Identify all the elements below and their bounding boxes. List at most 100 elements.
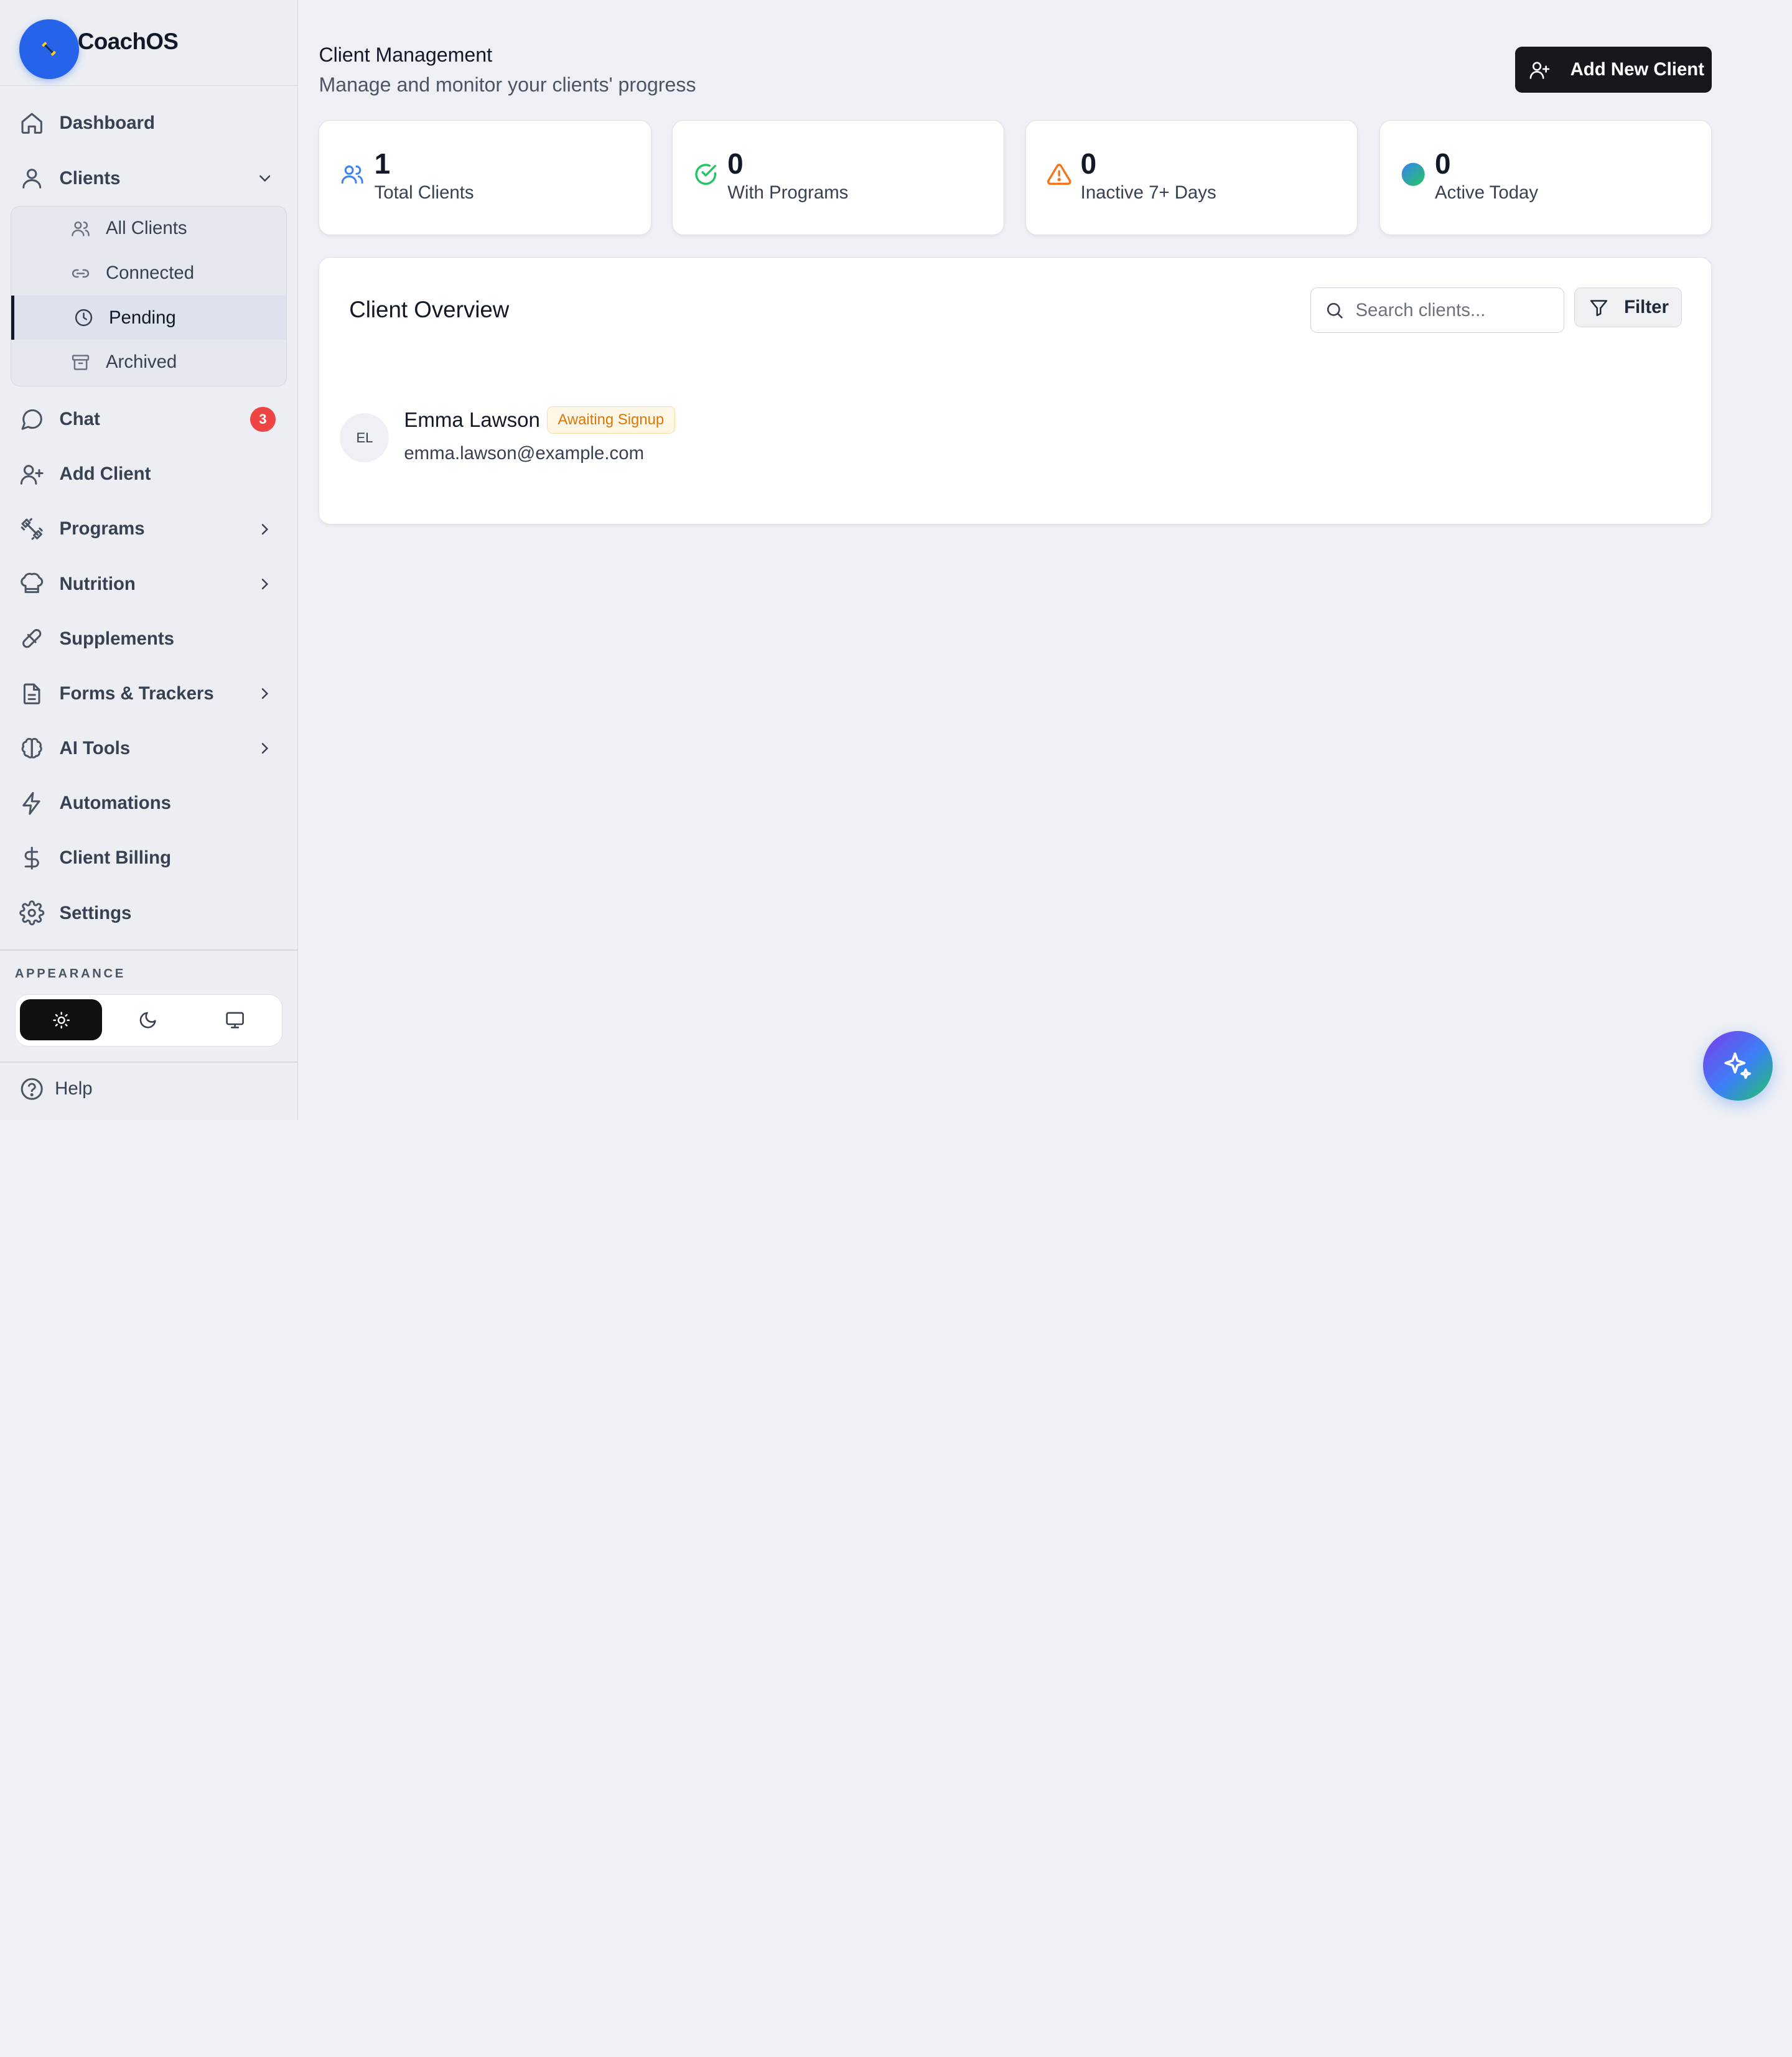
chevron-right-icon (262, 523, 269, 534)
nav-supplements[interactable]: Supplements (0, 616, 297, 661)
sun-icon (52, 1011, 70, 1028)
stat-card-total-clients: 1 Total Clients (319, 119, 651, 236)
clients-submenu: All Clients Connected Pending Archived (10, 205, 287, 386)
sidebar-item-label: Pending (108, 307, 176, 328)
nav-label: Dashboard (59, 113, 155, 134)
stat-card-with-programs: 0 With Programs (671, 119, 1005, 236)
theme-toggle (14, 994, 282, 1047)
nav-label: Programs (59, 518, 145, 539)
stat-value: 0 (727, 147, 744, 180)
sidebar-item-all-clients[interactable]: All Clients (11, 207, 286, 251)
lightning-icon (19, 791, 44, 816)
nav-clients[interactable]: Clients (0, 156, 297, 201)
sidebar-item-pending[interactable]: Pending (11, 295, 286, 340)
chevron-right-icon (262, 743, 269, 754)
chevron-down-icon (259, 175, 271, 182)
sidebar-item-label: Connected (105, 263, 195, 284)
archive-icon (72, 355, 90, 370)
warning-icon (1047, 164, 1071, 185)
user-plus-icon (1529, 59, 1551, 81)
stat-value: 1 (374, 147, 391, 180)
page-title: Client Management (319, 43, 493, 66)
search-box (1310, 287, 1564, 334)
dumbbell-icon (42, 42, 57, 57)
nav-label: Settings (59, 902, 132, 923)
users-icon (342, 166, 364, 184)
stat-card-inactive: 0 Inactive 7+ Days (1025, 119, 1358, 236)
help-circle-icon (19, 1076, 44, 1101)
nav-nutrition[interactable]: Nutrition (0, 561, 297, 607)
sidebar: CoachOS Dashboard Clients All Clients Co… (0, 0, 299, 1120)
nav-dashboard[interactable]: Dashboard (0, 101, 297, 146)
search-input[interactable] (1355, 299, 1550, 321)
search-icon (1327, 303, 1343, 319)
nav-label: Automations (59, 793, 172, 814)
help-link[interactable]: Help (19, 1076, 93, 1101)
brain-icon (19, 736, 44, 761)
chat-icon (19, 407, 44, 432)
gear-icon (19, 900, 45, 926)
app-root: CoachOS Dashboard Clients All Clients Co… (0, 0, 1792, 1120)
nav-label: Supplements (59, 628, 174, 649)
page-subtitle: Manage and monitor your clients' progres… (319, 73, 696, 96)
client-overview-title: Client Overview (349, 296, 510, 322)
chevron-right-icon (262, 578, 269, 590)
nav-automations[interactable]: Automations (0, 780, 297, 826)
user-icon (19, 166, 44, 190)
stat-value: 0 (1080, 147, 1097, 180)
nav-client-billing[interactable]: Client Billing (0, 836, 297, 881)
nav-ai-tools[interactable]: AI Tools (0, 725, 297, 771)
dumbbell-icon (19, 516, 44, 541)
sparkles-icon (1724, 1052, 1751, 1079)
theme-light-button[interactable] (20, 999, 103, 1041)
nav-label: Clients (59, 167, 121, 189)
appearance-label: APPEARANCE (14, 966, 126, 981)
monitor-icon (226, 1012, 244, 1028)
home-icon (19, 111, 44, 136)
client-name: Emma Lawson (404, 408, 540, 432)
nav-settings[interactable]: Settings (0, 890, 297, 936)
nav-add-client[interactable]: Add Client (0, 451, 297, 497)
brand-header: CoachOS (0, 0, 298, 86)
link-icon (72, 269, 90, 278)
nav-programs[interactable]: Programs (0, 506, 297, 552)
client-overview-panel: Client Overview Filter EL Emma Lawson Aw… (319, 257, 1712, 525)
sidebar-divider (0, 1061, 297, 1063)
document-icon (19, 681, 44, 706)
users-icon (72, 221, 90, 236)
sidebar-item-label: Archived (105, 352, 177, 373)
dollar-icon (19, 846, 44, 870)
filter-button[interactable]: Filter (1574, 287, 1682, 328)
nav-forms-trackers[interactable]: Forms & Trackers (0, 671, 297, 716)
stat-label: With Programs (727, 182, 849, 203)
sidebar-divider (0, 949, 297, 951)
logo[interactable] (19, 19, 79, 79)
sidebar-item-label: All Clients (105, 218, 187, 239)
client-row[interactable]: EL Emma Lawson Awaiting Signup emma.laws… (340, 404, 1688, 477)
chat-unread-badge: 3 (250, 406, 276, 432)
moon-icon (139, 1012, 156, 1028)
filter-icon (1589, 297, 1609, 318)
add-new-client-label: Add New Client (1570, 59, 1705, 80)
avatar: EL (340, 413, 390, 462)
add-new-client-button[interactable]: Add New Client (1515, 47, 1712, 93)
stat-label: Total Clients (374, 182, 474, 203)
sidebar-item-connected[interactable]: Connected (11, 251, 286, 296)
clock-icon (75, 309, 93, 327)
help-label: Help (55, 1078, 93, 1099)
nav-chat[interactable]: Chat 3 (0, 396, 297, 442)
theme-system-button[interactable] (194, 999, 276, 1040)
client-email: emma.lawson@example.com (404, 442, 645, 464)
filter-label: Filter (1624, 297, 1669, 318)
status-dot-icon (1401, 162, 1425, 186)
user-plus-icon (19, 462, 44, 487)
stat-value: 0 (1435, 147, 1451, 180)
theme-dark-button[interactable] (107, 999, 189, 1040)
nav-label: AI Tools (59, 738, 131, 759)
chevron-right-icon (262, 688, 269, 699)
sidebar-item-archived[interactable]: Archived (11, 340, 286, 385)
ai-assistant-button[interactable] (1702, 1030, 1773, 1101)
stat-label: Active Today (1435, 182, 1539, 203)
app-name: CoachOS (77, 28, 179, 54)
nav-label: Forms & Trackers (59, 683, 214, 704)
